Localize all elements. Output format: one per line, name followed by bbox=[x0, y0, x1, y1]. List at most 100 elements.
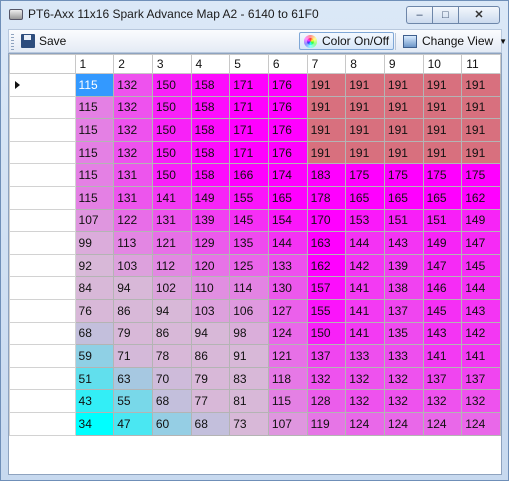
map-cell[interactable]: 191 bbox=[306, 95, 347, 120]
map-cell[interactable]: 162 bbox=[306, 253, 347, 278]
map-cell[interactable]: 141 bbox=[461, 344, 501, 368]
map-cell[interactable]: 102 bbox=[151, 276, 192, 300]
map-cell[interactable]: 171 bbox=[229, 140, 269, 165]
map-cell[interactable]: 178 bbox=[306, 185, 347, 210]
map-cell[interactable]: 150 bbox=[151, 73, 192, 97]
map-cell[interactable]: 124 bbox=[422, 411, 463, 436]
map-cell[interactable]: 165 bbox=[267, 185, 308, 210]
map-cell[interactable]: 191 bbox=[422, 95, 463, 120]
map-cell[interactable]: 191 bbox=[345, 73, 385, 97]
map-cell[interactable]: 155 bbox=[229, 185, 269, 210]
map-cell[interactable]: 170 bbox=[306, 208, 347, 233]
map-cell[interactable]: 127 bbox=[267, 298, 308, 323]
map-cell[interactable]: 124 bbox=[383, 411, 424, 436]
map-cell[interactable]: 150 bbox=[151, 95, 192, 120]
map-cell[interactable]: 115 bbox=[74, 185, 115, 210]
map-cell[interactable]: 145 bbox=[461, 253, 501, 278]
row-header[interactable] bbox=[9, 276, 76, 300]
map-cell[interactable]: 43 bbox=[74, 389, 115, 413]
map-cell[interactable]: 165 bbox=[422, 185, 463, 210]
map-cell[interactable]: 76 bbox=[74, 298, 115, 323]
map-cell[interactable]: 132 bbox=[113, 118, 153, 142]
map-cell[interactable]: 132 bbox=[345, 366, 385, 391]
map-cell[interactable]: 112 bbox=[151, 253, 192, 278]
map-cell[interactable]: 191 bbox=[345, 95, 385, 120]
map-cell[interactable]: 47 bbox=[113, 411, 153, 436]
map-cell[interactable]: 145 bbox=[229, 208, 269, 233]
map-cell[interactable]: 137 bbox=[383, 298, 424, 323]
map-cell[interactable]: 150 bbox=[306, 321, 347, 346]
column-header[interactable]: 9 bbox=[383, 54, 424, 74]
row-header[interactable] bbox=[9, 298, 76, 323]
map-cell[interactable]: 175 bbox=[383, 163, 424, 187]
map-cell[interactable]: 143 bbox=[422, 321, 463, 346]
map-cell[interactable]: 124 bbox=[461, 411, 501, 436]
map-cell[interactable]: 132 bbox=[345, 389, 385, 413]
map-cell[interactable]: 120 bbox=[190, 253, 231, 278]
column-header[interactable]: 7 bbox=[306, 54, 347, 74]
map-cell[interactable]: 118 bbox=[267, 366, 308, 391]
map-cell[interactable]: 131 bbox=[151, 208, 192, 233]
column-header[interactable]: 1 bbox=[74, 54, 115, 74]
map-cell[interactable]: 106 bbox=[229, 298, 269, 323]
map-cell[interactable]: 171 bbox=[229, 95, 269, 120]
map-cell[interactable]: 92 bbox=[74, 253, 115, 278]
map-cell[interactable]: 191 bbox=[383, 140, 424, 165]
map-cell[interactable]: 132 bbox=[422, 389, 463, 413]
map-cell[interactable]: 151 bbox=[383, 208, 424, 233]
map-cell[interactable]: 171 bbox=[229, 118, 269, 142]
map-cell[interactable]: 191 bbox=[306, 140, 347, 165]
map-cell[interactable]: 133 bbox=[383, 344, 424, 368]
map-cell[interactable]: 139 bbox=[383, 253, 424, 278]
map-cell[interactable]: 86 bbox=[190, 344, 231, 368]
map-cell[interactable]: 132 bbox=[383, 389, 424, 413]
map-cell[interactable]: 155 bbox=[306, 298, 347, 323]
map-cell[interactable]: 68 bbox=[151, 389, 192, 413]
map-cell[interactable]: 165 bbox=[383, 185, 424, 210]
map-cell[interactable]: 86 bbox=[113, 298, 153, 323]
map-cell[interactable]: 133 bbox=[267, 253, 308, 278]
map-cell[interactable]: 94 bbox=[151, 298, 192, 323]
map-cell[interactable]: 157 bbox=[306, 276, 347, 300]
map-cell[interactable]: 158 bbox=[190, 73, 231, 97]
row-header[interactable] bbox=[9, 140, 76, 165]
map-cell[interactable]: 51 bbox=[74, 366, 115, 391]
map-cell[interactable]: 149 bbox=[190, 185, 231, 210]
map-cell[interactable]: 153 bbox=[345, 208, 385, 233]
map-cell[interactable]: 176 bbox=[267, 73, 308, 97]
minimize-button[interactable]: – bbox=[406, 6, 432, 24]
map-cell[interactable]: 98 bbox=[229, 321, 269, 346]
map-cell[interactable]: 143 bbox=[461, 298, 501, 323]
map-cell[interactable]: 128 bbox=[306, 389, 347, 413]
row-header[interactable] bbox=[9, 95, 76, 120]
map-cell[interactable]: 83 bbox=[229, 366, 269, 391]
map-cell[interactable]: 151 bbox=[422, 208, 463, 233]
map-cell[interactable]: 132 bbox=[306, 366, 347, 391]
map-cell[interactable]: 143 bbox=[383, 231, 424, 255]
map-cell[interactable]: 191 bbox=[461, 118, 501, 142]
maximize-button[interactable]: □ bbox=[432, 6, 458, 24]
map-cell[interactable]: 191 bbox=[422, 118, 463, 142]
map-cell[interactable]: 107 bbox=[74, 208, 115, 233]
map-cell[interactable]: 121 bbox=[151, 231, 192, 255]
map-cell[interactable]: 171 bbox=[229, 73, 269, 97]
map-cell[interactable]: 115 bbox=[74, 95, 115, 120]
column-header[interactable]: 11 bbox=[461, 54, 501, 74]
map-cell[interactable]: 138 bbox=[383, 276, 424, 300]
map-cell[interactable]: 135 bbox=[383, 321, 424, 346]
map-cell[interactable]: 133 bbox=[345, 344, 385, 368]
map-cell[interactable]: 135 bbox=[229, 231, 269, 255]
map-cell[interactable]: 149 bbox=[422, 231, 463, 255]
map-cell[interactable]: 141 bbox=[422, 344, 463, 368]
map-cell[interactable]: 191 bbox=[306, 73, 347, 97]
map-cell[interactable]: 150 bbox=[151, 163, 192, 187]
row-header[interactable] bbox=[9, 321, 76, 346]
map-cell[interactable]: 175 bbox=[461, 163, 501, 187]
map-cell[interactable]: 121 bbox=[267, 344, 308, 368]
map-cell[interactable]: 139 bbox=[190, 208, 231, 233]
column-header[interactable]: 8 bbox=[345, 54, 385, 74]
map-cell[interactable]: 191 bbox=[422, 140, 463, 165]
title-bar[interactable]: PT6-Axx 11x16 Spark Advance Map A2 - 614… bbox=[1, 1, 508, 29]
map-cell[interactable]: 107 bbox=[267, 411, 308, 436]
map-cell[interactable]: 176 bbox=[267, 118, 308, 142]
